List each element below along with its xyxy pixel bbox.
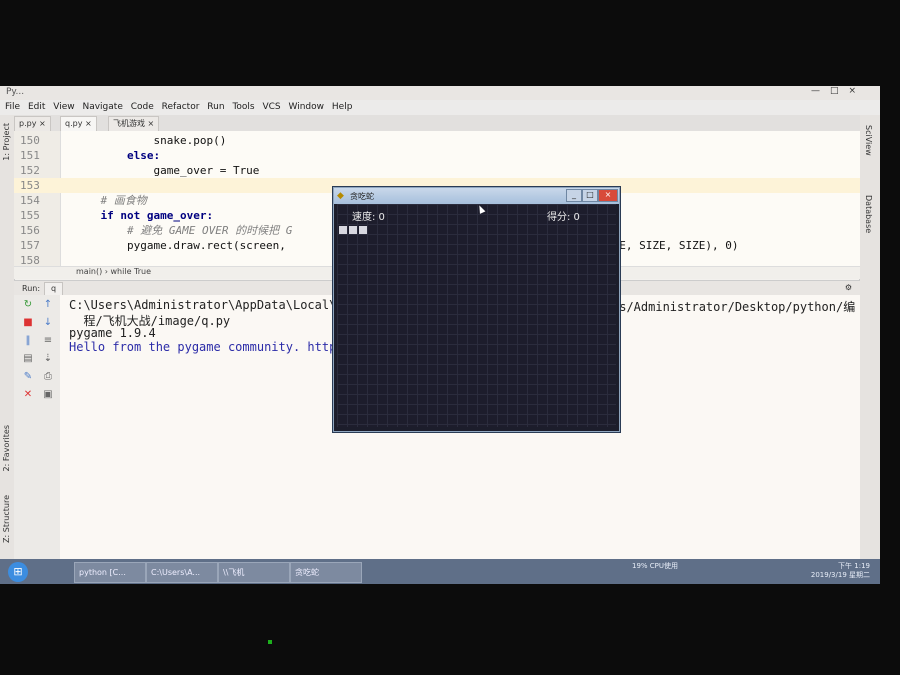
line-number: 151 [20, 149, 40, 162]
code-line: 151 else: [14, 148, 860, 163]
menu-tools[interactable]: Tools [232, 102, 254, 112]
taskbar-item-console[interactable]: C:\Users\A... [146, 562, 218, 583]
tab-plane-game[interactable]: 飞机游戏 × [108, 116, 160, 132]
menu-run[interactable]: Run [207, 102, 224, 112]
left-tool-strip: 1: Project 2: Favorites Z: Structure [0, 115, 15, 584]
menu-navigate[interactable]: Navigate [82, 102, 122, 112]
game-board[interactable]: 速度: 0 得分: 0 [337, 204, 616, 427]
scroll-end-icon[interactable]: ⇣ [42, 353, 54, 365]
database-tool-tab[interactable]: Database [864, 195, 873, 233]
score-label: 得分: 0 [547, 212, 580, 223]
minimize-button[interactable]: _ [566, 189, 582, 202]
system-clock[interactable]: 下午 1:19 2019/3/19 星期二 [811, 562, 870, 580]
console-line[interactable]: Hello from the pygame community. https [69, 340, 344, 354]
code-tail: IZE, SIZE, SIZE), 0) [606, 239, 739, 252]
maximize-button[interactable]: □ [582, 189, 598, 202]
taskbar-item-snake[interactable]: 贪吃蛇 [290, 562, 362, 583]
favorites-tool-tab[interactable]: 2: Favorites [2, 425, 11, 471]
menu-help[interactable]: Help [332, 102, 353, 112]
console-line: C:\Users\Administrator\AppData\Local\P [69, 298, 344, 312]
taskbar-item-pycharm[interactable]: python [C... [74, 562, 146, 583]
code-line: 152 game_over = True [14, 163, 860, 178]
game-title: 贪吃蛇 [350, 192, 374, 201]
menu-window[interactable]: Window [289, 102, 325, 112]
code-text: pygame.draw.rect(screen, [74, 239, 286, 252]
pause-icon[interactable]: ‖ [22, 335, 34, 347]
snake-segment [359, 226, 367, 234]
gear-icon[interactable]: ⚙ [845, 283, 852, 292]
ide-title: Py... [6, 87, 25, 97]
monitor-power-led [268, 640, 272, 644]
editor-tabs: p.py × q.py × 飞机游戏 × [14, 115, 860, 132]
code-text: game_over = True [74, 164, 260, 177]
pin-icon[interactable]: ✎ [22, 371, 34, 383]
menu-vcs[interactable]: VCS [262, 102, 280, 112]
menu-edit[interactable]: Edit [28, 102, 45, 112]
menu-file[interactable]: File [5, 102, 20, 112]
code-text: if not game_over: [74, 209, 214, 222]
run-toolbar: ↻ ↑ ■ ↓ ‖ ≡ ▤ ⇣ ✎ ⎙ ✕ ▣ [14, 295, 61, 559]
console-line: pygame 1.9.4 [69, 326, 156, 340]
run-label: Run: [22, 284, 41, 293]
arrow-up-icon[interactable]: ↑ [42, 299, 54, 311]
line-number: 157 [20, 239, 40, 252]
menu-refactor[interactable]: Refactor [162, 102, 200, 112]
clock-date: 2019/3/19 星期二 [810, 571, 870, 579]
sciview-tool-tab[interactable]: SciView [864, 125, 873, 156]
code-text: snake.pop() [74, 134, 227, 147]
line-number: 156 [20, 224, 40, 237]
start-button[interactable]: ⊞ [8, 562, 28, 582]
taskbar-item-folder[interactable]: \\飞机 [218, 562, 290, 583]
run-tab-q[interactable]: q [44, 282, 64, 296]
snake-game-window: ◆ 贪吃蛇 _ □ × 速度: 0 得分: 0 [333, 187, 620, 432]
python-logo-icon: ◆ [337, 191, 344, 201]
close-icon[interactable]: ✕ [22, 389, 34, 401]
arrow-down-icon[interactable]: ↓ [42, 317, 54, 329]
clock-time: 下午 1:19 [838, 562, 870, 570]
line-number: 158 [20, 254, 40, 266]
menu-code[interactable]: Code [131, 102, 154, 112]
line-number: 153 [20, 179, 40, 192]
line-number: 150 [20, 134, 40, 147]
speed-label: 速度: 0 [352, 212, 385, 223]
menu-view[interactable]: View [53, 102, 74, 112]
snake-segment [349, 226, 357, 234]
project-tool-tab[interactable]: 1: Project [2, 123, 11, 161]
breadcrumb-text: main() › while True [76, 267, 152, 276]
window-controls[interactable]: —□× [811, 86, 866, 96]
game-titlebar[interactable]: ◆ 贪吃蛇 _ □ × [334, 188, 619, 204]
line-number: 152 [20, 164, 40, 177]
code-text: else: [74, 149, 161, 162]
close-button[interactable]: × [598, 189, 618, 202]
cpu-usage: 19% CPU使用 [632, 562, 679, 570]
windows-taskbar: ⊞ python [C... C:\Users\A... \\飞机 贪吃蛇 19… [0, 559, 880, 584]
rerun-icon[interactable]: ↻ [22, 299, 34, 311]
snake-segment [339, 226, 347, 234]
code-line: 150 snake.pop() [14, 133, 860, 148]
tab-p-py[interactable]: p.py × [14, 116, 51, 132]
right-tool-strip: SciView Database [859, 115, 880, 584]
menu-bar: File Edit View Navigate Code Refactor Ru… [0, 100, 880, 115]
layout-icon[interactable]: ▤ [22, 353, 34, 365]
tab-q-py[interactable]: q.py × [60, 116, 97, 132]
print-icon[interactable]: ⎙ [42, 371, 54, 383]
line-number: 155 [20, 209, 40, 222]
code-comment: # 避免 GAME OVER 的时候把 G [74, 224, 293, 237]
structure-tool-tab[interactable]: Z: Structure [2, 495, 11, 543]
code-comment: # 画食物 [74, 194, 147, 207]
soft-wrap-icon[interactable]: ≡ [42, 335, 54, 347]
ide-titlebar: Py... —□× [0, 86, 880, 100]
console-line-right: rs/Administrator/Desktop/python/编 [612, 300, 856, 314]
stop-icon[interactable]: ■ [22, 317, 34, 329]
trash-icon[interactable]: ▣ [42, 389, 54, 401]
line-number: 154 [20, 194, 40, 207]
